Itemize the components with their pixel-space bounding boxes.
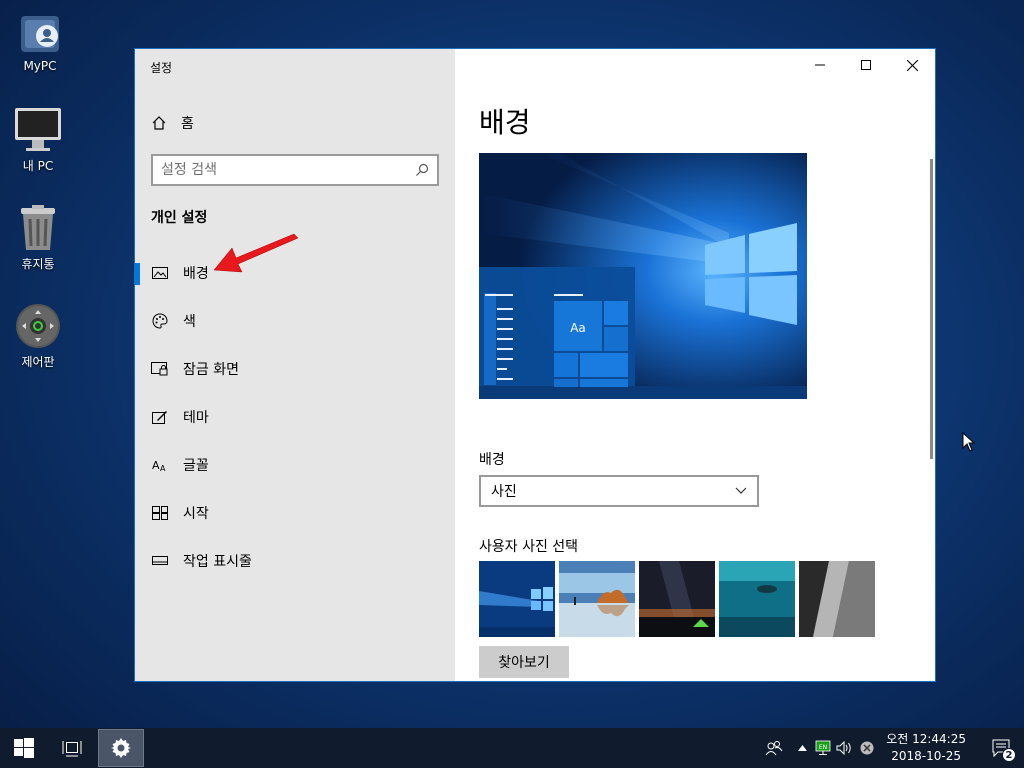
desktop-icon-mypc[interactable]: MyPC [0,10,80,73]
people-button[interactable] [756,728,792,768]
start-icon [151,504,169,522]
speaker-icon [836,741,851,755]
desktop-icon-recycle-bin[interactable]: 휴지통 [0,204,78,272]
settings-search[interactable] [151,154,439,186]
palette-icon [151,312,169,330]
annotation-arrow [213,233,299,273]
settings-window: 설정 홈 개인 설정 배경 [134,48,936,682]
nav-label: 잠금 화면 [183,362,239,378]
home-link[interactable]: 홈 [151,113,194,133]
gear-icon [111,738,131,758]
page-title: 배경 [479,106,531,139]
nav-label: 시작 [183,506,209,522]
nav-item-start[interactable]: 시작 [135,489,455,537]
photo-thumbnail[interactable] [559,561,635,637]
chevron-down-icon [735,487,747,494]
nav-item-theme[interactable]: 테마 [135,393,455,441]
nav-label: 색 [183,314,196,330]
theme-icon [151,408,169,426]
desktop-preview-image: Aa [479,153,807,399]
nav-label: 글꼴 [183,458,209,474]
close-button[interactable] [889,49,935,81]
volume-button[interactable] [834,741,856,755]
photo-thumbnail[interactable] [719,561,795,637]
nav-item-lock-screen[interactable]: 잠금 화면 [135,345,455,393]
photo-thumbnail[interactable] [479,561,555,637]
nav-label: 작업 표시줄 [183,554,252,570]
nav-label: 배경 [183,266,209,282]
photo-thumbnails [479,561,875,637]
search-icon[interactable] [415,163,429,177]
nav-label: 테마 [183,410,209,426]
picture-icon [151,264,169,282]
lock-screen-icon [151,360,169,378]
task-view-button[interactable] [48,728,96,768]
settings-sidebar: 설정 홈 개인 설정 배경 [135,49,455,681]
close-icon [906,59,918,71]
trash-icon [21,205,55,250]
nav-item-taskbar[interactable]: 작업 표시줄 [135,537,455,585]
browse-button[interactable]: 찾아보기 [479,646,569,678]
desktop-icon-label: 내 PC [22,159,54,173]
taskbar: EN 오전 12:44:25 2018-10-25 2 [0,728,1024,768]
minimize-button[interactable] [797,49,843,81]
start-button[interactable] [0,728,48,768]
desktop-icon-my-pc[interactable]: 내 PC [0,106,78,174]
dropdown-value: 사진 [491,484,517,500]
personalization-nav: 배경 색 잠금 화면 테마 A A 글꼴 시작 작업 표시줄 [135,249,455,585]
settings-content: 배경 Aa 배경 사진 사용자 사진 선택 찾아보기 [455,49,935,681]
svg-text:A: A [160,464,166,472]
action-center-button[interactable]: 2 [980,728,1024,768]
photo-thumbnail[interactable] [639,561,715,637]
svg-text:A: A [152,459,160,472]
search-input[interactable] [161,162,415,178]
background-preview: Aa [479,153,807,399]
network-status[interactable] [856,741,878,755]
people-icon [765,741,783,756]
window-title: 설정 [150,61,173,75]
task-view-icon [62,741,82,757]
input-indicator[interactable]: EN [812,740,834,756]
home-label: 홈 [181,116,194,132]
mouse-cursor-icon [962,432,976,452]
taskbar-icon [151,552,169,570]
chevron-up-icon [797,745,807,751]
control-panel-icon [16,304,60,348]
choose-photo-label: 사용자 사진 선택 [479,539,579,555]
maximize-button[interactable] [843,49,889,81]
show-hidden-icons-button[interactable] [792,745,812,751]
maximize-icon [861,60,871,70]
windows-logo-icon [14,738,34,758]
preview-tile-text: Aa [570,321,586,335]
desktop-icon-control-panel[interactable]: 제어판 [0,302,78,370]
photo-thumbnail[interactable] [799,561,875,637]
network-disconnected-icon [860,741,874,755]
background-type-dropdown[interactable]: 사진 [479,475,759,507]
keyboard-input-icon: EN [815,740,831,755]
clock[interactable]: 오전 12:44:25 2018-10-25 [886,731,966,765]
taskbar-settings-app[interactable] [98,729,144,767]
notification-count-badge: 2 [1002,748,1016,762]
minimize-icon [815,64,825,66]
home-icon [152,116,166,130]
nav-item-fonts[interactable]: AA 글꼴 [135,441,455,489]
clock-date: 2018-10-25 [891,749,961,763]
content-scrollbar[interactable] [930,159,933,459]
monitor-icon [15,108,61,151]
background-type-label: 배경 [479,452,505,468]
user-folder-icon [21,16,59,52]
section-title: 개인 설정 [151,210,208,226]
desktop-icon-label: 제어판 [21,355,55,369]
system-tray: EN 오전 12:44:25 2018-10-25 2 [756,728,1024,768]
clock-time: 오전 12:44:25 [886,732,966,746]
input-indicator-text: EN [819,744,827,751]
font-icon: AA [151,456,169,474]
desktop-icon-label: 휴지통 [21,257,55,271]
desktop-icon-label: MyPC [23,59,57,73]
nav-item-color[interactable]: 색 [135,297,455,345]
